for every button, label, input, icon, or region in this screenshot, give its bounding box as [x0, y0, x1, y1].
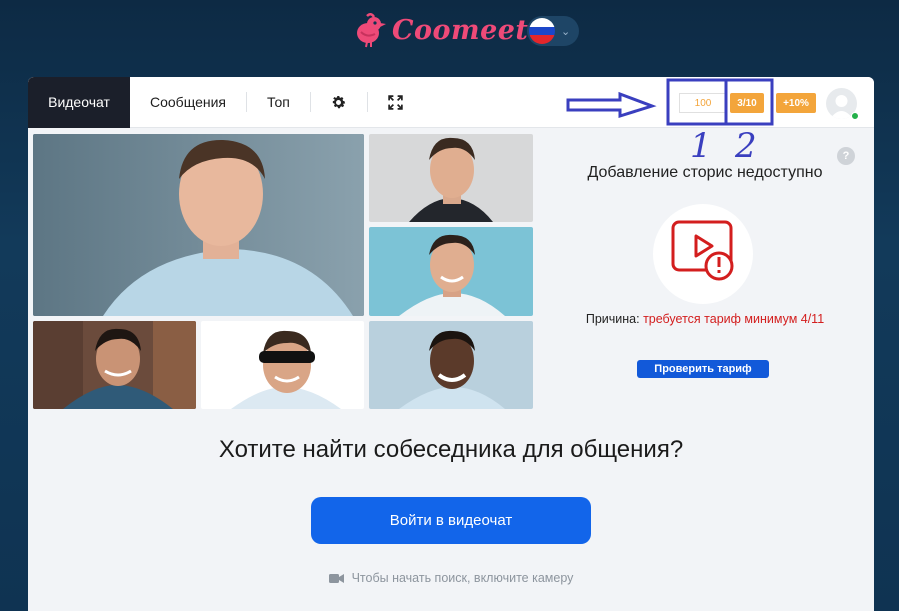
man-portrait-image: [369, 227, 533, 316]
fullscreen-button[interactable]: [368, 77, 424, 128]
cta-title: Хотите найти собеседника для общения?: [218, 436, 684, 463]
camera-hint: Чтобы начать поиск, включите камеру: [28, 571, 874, 585]
bonus-badge[interactable]: +10%: [776, 93, 816, 113]
profile-photo[interactable]: [33, 321, 196, 409]
profile-photo[interactable]: [201, 321, 364, 409]
fullscreen-icon: [388, 94, 404, 110]
check-tariff-button[interactable]: Проверить тариф: [637, 360, 769, 378]
gear-icon: [333, 95, 346, 108]
settings-button[interactable]: [311, 77, 367, 128]
reason-detail: требуется тариф минимум 4/11: [643, 312, 825, 326]
chevron-down-icon: ⌄: [561, 25, 571, 38]
score-counter[interactable]: 100: [679, 93, 727, 113]
tab-videochat[interactable]: Видеочат: [28, 77, 130, 128]
top-bar: Coomeet ⌄: [0, 0, 899, 64]
ratio-badge[interactable]: 3/10: [730, 93, 764, 113]
man-portrait-image: [33, 321, 196, 409]
bird-logo-icon: [357, 13, 386, 48]
profile-photo[interactable]: [369, 321, 533, 409]
tab-label: Сообщения: [150, 94, 226, 110]
video-error-icon: [671, 220, 734, 281]
camera-hint-text: Чтобы начать поиск, включите камеру: [351, 571, 574, 585]
tab-top[interactable]: Топ: [247, 77, 310, 128]
enter-videochat-button[interactable]: Войти в видеочат: [311, 497, 591, 544]
reason-label: Причина:: [585, 312, 640, 326]
brand-name: Coomeet: [392, 14, 529, 46]
profile-photo-large[interactable]: [33, 134, 364, 316]
profile-photo[interactable]: [369, 227, 533, 316]
camera-icon: [328, 573, 344, 583]
man-portrait-image: [201, 321, 364, 409]
profile-photo[interactable]: [369, 134, 533, 222]
stories-panel: ? Добавление сторис недоступно Причина: …: [537, 134, 873, 410]
stories-title: Добавление сторис недоступно: [587, 164, 823, 181]
tab-messages[interactable]: Сообщения: [130, 77, 246, 128]
russian-flag-icon: [529, 18, 555, 44]
nav-bar: Видеочат Сообщения Топ 100 3/10 +10%: [28, 77, 874, 128]
tab-label: Видеочат: [48, 94, 110, 110]
video-unavailable-badge: [653, 204, 753, 304]
man-portrait-image: [369, 134, 533, 222]
help-icon[interactable]: ?: [837, 147, 855, 165]
brand-logo[interactable]: Coomeet: [353, 12, 528, 48]
man-portrait-image: [33, 134, 364, 316]
online-status-dot: [851, 112, 859, 120]
reason-text: Причина: требуется тариф минимум 4/11: [537, 312, 873, 326]
man-portrait-image: [369, 321, 533, 409]
language-selector[interactable]: ⌄: [527, 16, 579, 46]
tab-label: Топ: [266, 94, 290, 110]
